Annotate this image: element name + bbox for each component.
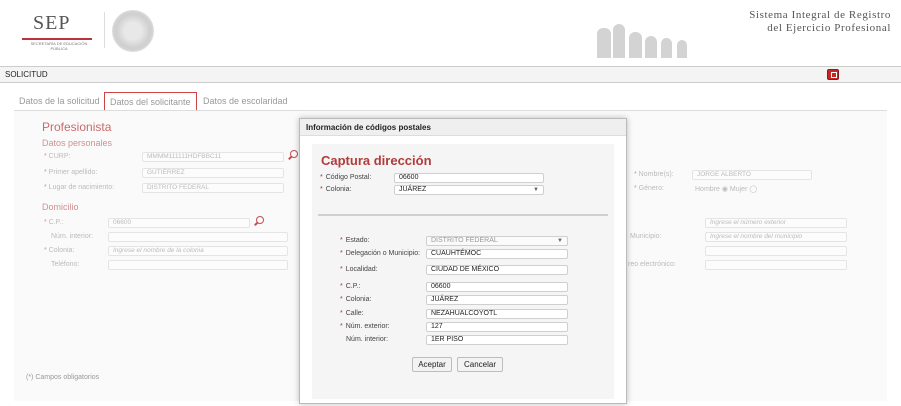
delegacion-field[interactable]: CUAUHTÉMOC — [426, 249, 568, 259]
colonia-label: * Colonia: — [44, 247, 75, 254]
top-cp-label: * Código Postal: — [320, 174, 372, 181]
num-exterior-modal-field[interactable]: 127 — [426, 322, 568, 332]
home-icon[interactable] — [827, 69, 839, 80]
top-cp-field[interactable]: 06600 — [394, 173, 544, 183]
cp-modal-field[interactable]: 06600 — [426, 282, 568, 292]
nombre-field[interactable]: JORGE ALBERTO — [692, 170, 812, 180]
tab-datos-solicitante[interactable]: Datos del solicitante — [104, 92, 197, 110]
primer-apellido-label: * Primer apellido: — [44, 169, 98, 176]
chevron-down-icon: ▼ — [533, 187, 539, 193]
cp-search-icon[interactable] — [256, 216, 264, 224]
genero-radios[interactable]: Hombre ◉ Mujer ◯ — [695, 185, 757, 193]
num-exterior-field[interactable]: Ingrese el número exterior — [705, 218, 847, 228]
tab-datos-solicitud[interactable]: Datos de la solicitud — [14, 92, 105, 110]
modal-inner-panel: Captura dirección * Código Postal: 06600 … — [312, 144, 614, 399]
capture-title: Captura dirección — [321, 153, 432, 168]
curp-search-icon[interactable] — [290, 150, 298, 158]
modal-divider — [318, 214, 608, 216]
extra-field[interactable] — [705, 246, 847, 256]
header-divider — [104, 12, 105, 48]
chevron-down-icon: ▼ — [557, 238, 563, 244]
calle-label: * Calle: — [340, 310, 364, 317]
sep-logo: SEP Secretaría de Educación Pública — [20, 10, 100, 52]
system-title: Sistema Integral de Registro del Ejercic… — [749, 9, 891, 35]
required-footnote: (*) Campos obligatorios — [26, 374, 100, 381]
lugar-nacimiento-field[interactable]: DISTRITO FEDERAL — [142, 183, 284, 193]
municipio-label: Municipio: — [630, 233, 662, 240]
correo-label: reo electrónico: — [628, 261, 676, 268]
solicitud-bar: SOLICITUD — [0, 66, 901, 83]
cp-field[interactable]: 06600 — [108, 218, 250, 228]
colonia-field[interactable]: Ingrese el nombre de la colonia — [108, 246, 288, 256]
solicitud-label: SOLICITUD — [5, 70, 48, 79]
colonia-modal-label: * Colonia: — [340, 296, 372, 303]
colonia-modal-field[interactable]: JUÁREZ — [426, 295, 568, 305]
num-interior-modal-label: Núm. interior: — [346, 336, 389, 343]
nombre-label: * Nombre(s): — [634, 171, 674, 178]
logo-subtitle: Secretaría de Educación Pública — [30, 41, 88, 51]
section-title-profesionista: Profesionista — [42, 120, 112, 134]
cancel-button[interactable]: Cancelar — [457, 357, 503, 372]
logo-red-line — [22, 38, 92, 40]
localidad-label: * Localidad: — [340, 266, 378, 273]
top-colonia-select[interactable]: JUÁREZ ▼ — [394, 185, 544, 195]
modal-title: Información de códigos postales — [300, 119, 626, 136]
estado-select[interactable]: DISTRITO FEDERAL ▼ — [426, 236, 568, 246]
cp-label: * C.P.: — [44, 219, 64, 226]
telefono-label: Teléfono: — [51, 261, 80, 268]
genero-label: * Género: — [634, 185, 664, 192]
calle-field[interactable]: NEZAHUALCOYOTL — [426, 309, 568, 319]
tab-datos-escolaridad[interactable]: Datos de escolaridad — [198, 92, 293, 110]
postal-code-modal: Información de códigos postales Captura … — [299, 118, 627, 404]
page-header: SEP Secretaría de Educación Pública Sist… — [0, 0, 901, 60]
national-seal-icon — [112, 10, 154, 52]
num-interior-modal-field[interactable]: 1ER PISO — [426, 335, 568, 345]
lugar-nacimiento-label: * Lugar de nacimiento: — [44, 184, 115, 191]
num-interior-field[interactable] — [108, 232, 288, 242]
localidad-field[interactable]: CIUDAD DE MÉXICO — [426, 265, 568, 275]
subtitle-datos-personales: Datos personales — [42, 138, 113, 148]
telefono-field[interactable] — [108, 260, 288, 270]
people-silhouette-icon — [595, 20, 715, 58]
accept-button[interactable]: Aceptar — [412, 357, 452, 372]
system-title-line2: del Ejercicio Profesional — [767, 22, 891, 34]
municipio-field[interactable]: Ingrese el nombre del municipio — [705, 232, 847, 242]
num-interior-label: Núm. interior: — [51, 233, 94, 240]
primer-apellido-field[interactable]: GUTIÉRREZ — [142, 168, 284, 178]
top-colonia-label: * Colonia: — [320, 186, 352, 193]
curp-label: * CURP: — [44, 153, 71, 160]
cp-modal-label: * C.P.: — [340, 283, 361, 290]
subtitle-domicilio: Domicilio — [42, 202, 79, 212]
system-title-line1: Sistema Integral de Registro — [749, 9, 891, 21]
curp-field[interactable]: MMMM111111HDFBBC11 — [142, 152, 284, 162]
logo-text: SEP — [33, 12, 71, 34]
delegacion-label: * Delegación o Municipio: — [340, 250, 421, 257]
estado-label: * Estado: — [340, 237, 370, 244]
num-exterior-modal-label: * Núm. exterior: — [340, 323, 390, 330]
correo-field[interactable] — [705, 260, 847, 270]
